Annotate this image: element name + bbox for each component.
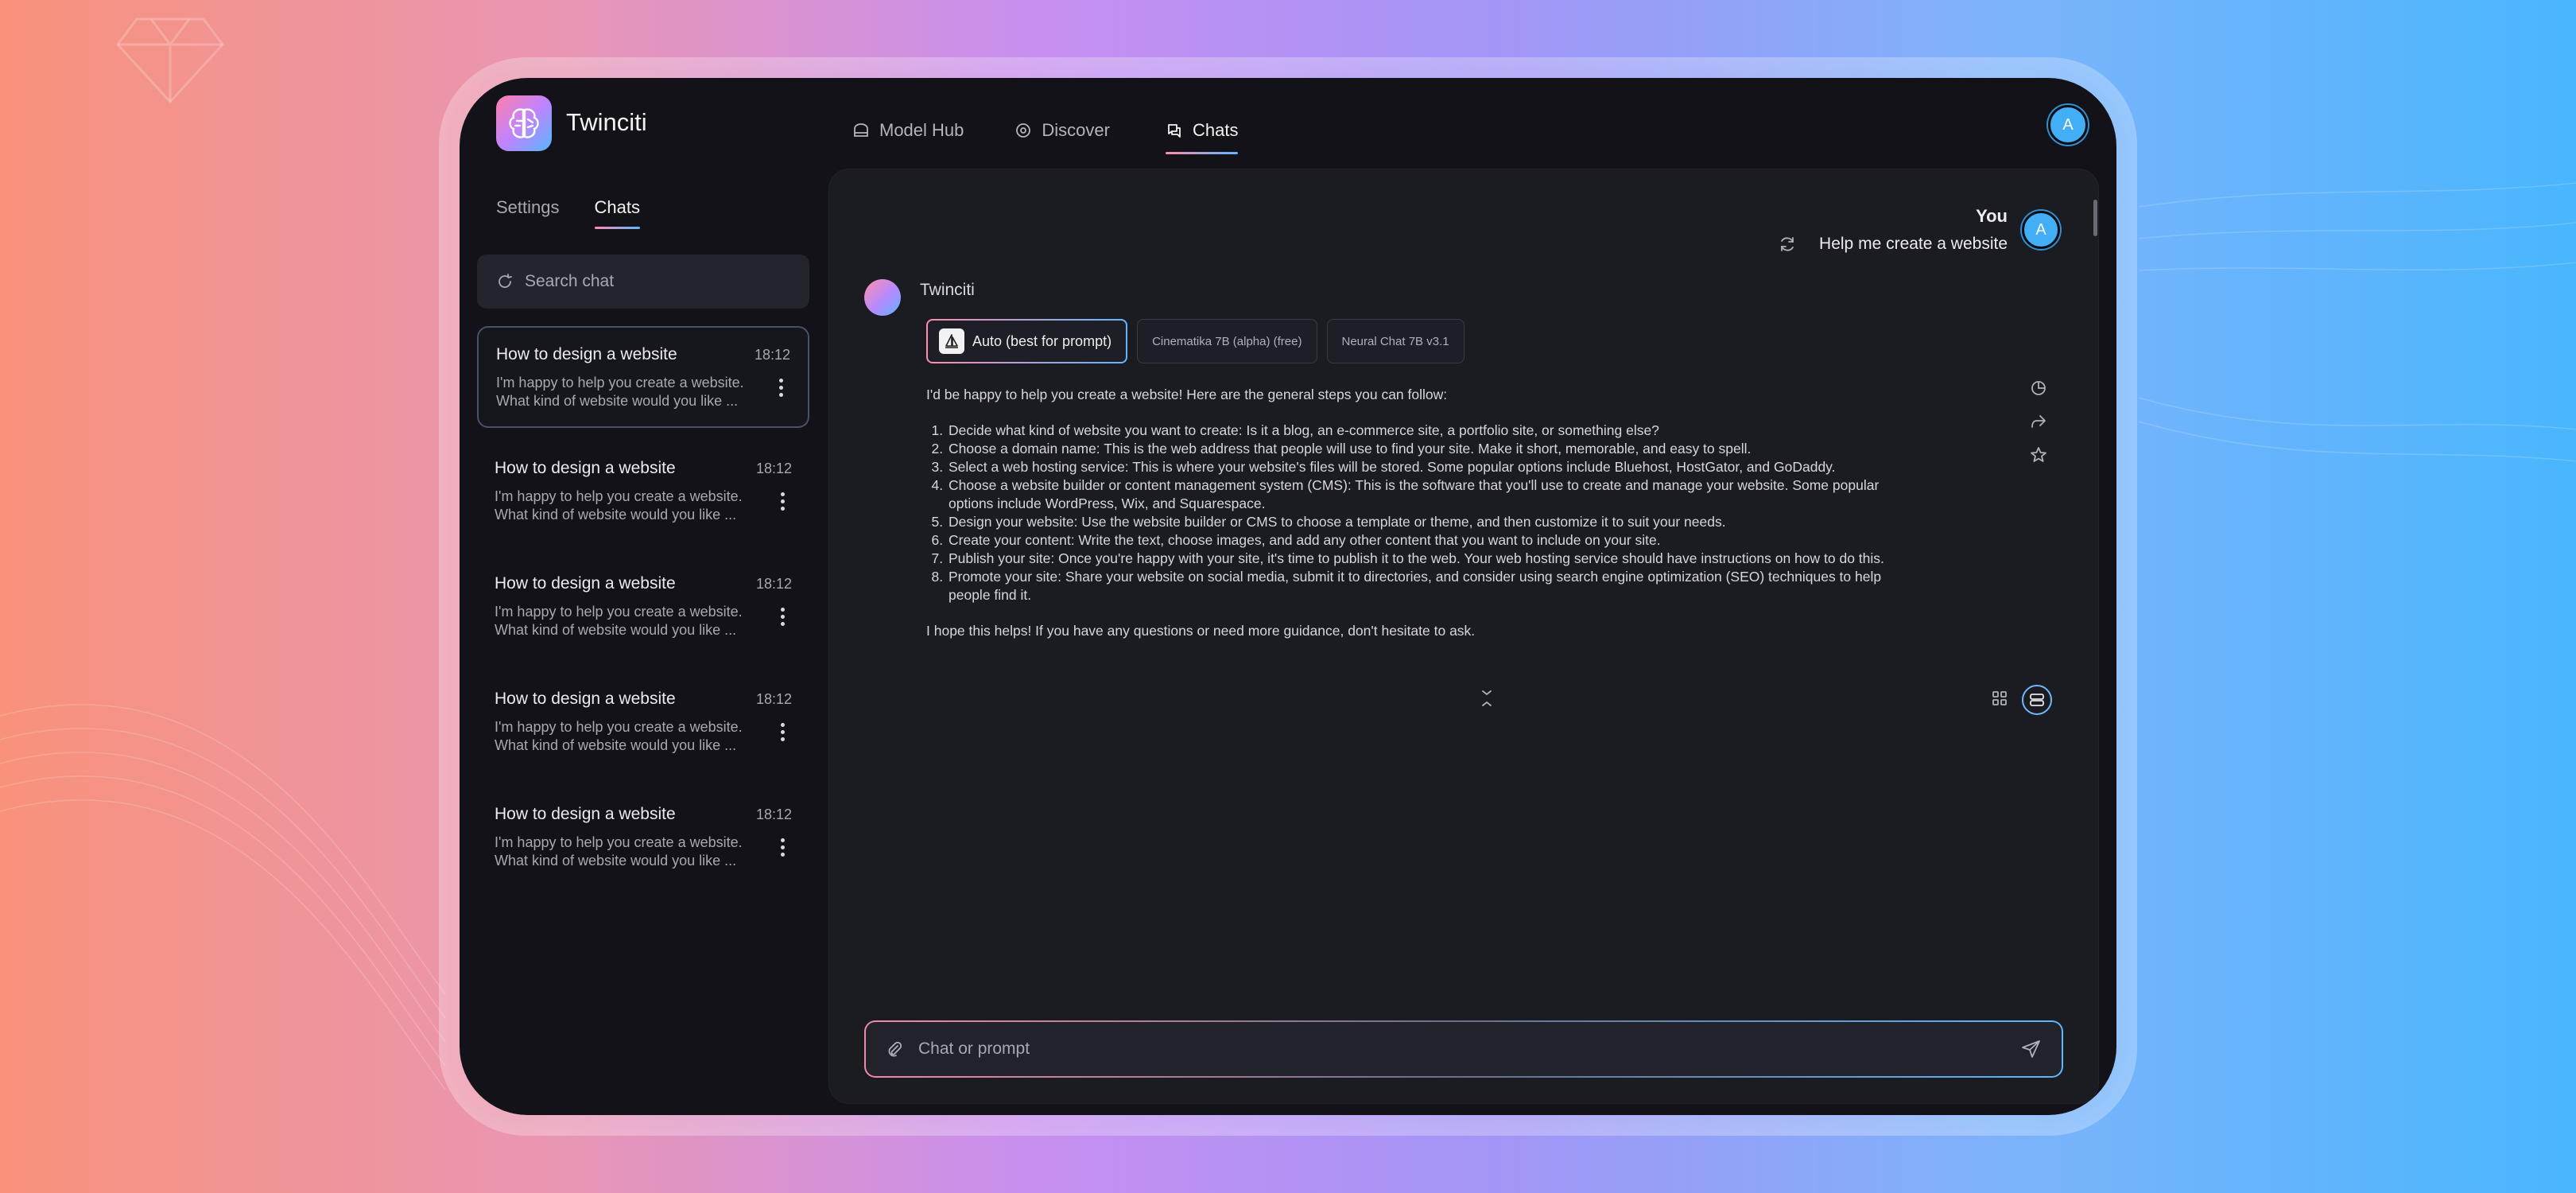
answer-step: Select a web hosting service: This is wh…: [947, 458, 1888, 476]
user-message-avatar: A: [2022, 211, 2060, 249]
model-hub-icon: [854, 123, 868, 137]
user-avatar[interactable]: A: [2048, 105, 2088, 145]
chat-list-item[interactable]: How to design a website 18:12 I'm happy …: [477, 672, 809, 774]
discover-icon: [1016, 123, 1031, 138]
bot-name: Twinciti: [920, 281, 975, 299]
chat-list: How to design a website 18:12 I'm happy …: [477, 326, 809, 903]
bot-avatar: [864, 279, 901, 316]
chat-panel: You A Help me create a website Twinciti …: [828, 169, 2099, 1104]
more-options-icon[interactable]: [774, 720, 790, 744]
nav-label: Discover: [1042, 120, 1110, 140]
top-nav: Model Hub Discover Chats: [852, 115, 1239, 154]
user-message-text: Help me create a website: [1819, 235, 2008, 253]
chat-time: 18:12: [755, 806, 792, 822]
more-options-icon[interactable]: [774, 835, 790, 859]
answer-step: Publish your site: Once you're happy wit…: [947, 550, 1888, 568]
model-label: Auto (best for prompt): [972, 332, 1112, 349]
answer-step: Promote your site: Share your website on…: [947, 568, 1888, 604]
star-icon[interactable]: [2028, 445, 2049, 465]
user-message: Help me create a website: [1778, 235, 2008, 254]
model-selector: Auto (best for prompt) Cinematika 7B (al…: [926, 319, 1465, 363]
search-chat[interactable]: Search chat: [477, 255, 809, 309]
attach-icon[interactable]: [885, 1040, 904, 1059]
answer-step: Design your website: Use the website bui…: [947, 513, 1888, 531]
model-label: Neural Chat 7B v3.1: [1341, 334, 1449, 348]
more-options-icon[interactable]: [774, 489, 790, 513]
model-cinematika-button[interactable]: Cinematika 7B (alpha) (free): [1137, 319, 1317, 363]
nav-chats[interactable]: Chats: [1165, 115, 1239, 154]
brain-icon: [509, 108, 539, 138]
scrollbar-thumb[interactable]: [2093, 200, 2097, 236]
message-actions: [2028, 378, 2049, 465]
search-icon: [499, 274, 512, 288]
model-auto-button[interactable]: Auto (best for prompt): [926, 319, 1127, 363]
chat-preview: I'm happy to help you create a website. …: [496, 375, 744, 409]
chat-title: How to design a website: [495, 459, 676, 477]
chat-preview: I'm happy to help you create a website. …: [495, 604, 743, 638]
nav-label: Chats: [1192, 120, 1239, 140]
search-placeholder: Search chat: [525, 272, 615, 290]
answer-step: Choose a website builder or content mana…: [947, 476, 1888, 513]
send-icon[interactable]: [2020, 1038, 2043, 1060]
prompt-input[interactable]: [918, 1040, 2006, 1059]
chat-list-item[interactable]: How to design a website 18:12 I'm happy …: [477, 557, 809, 659]
diamond-icon: [116, 17, 224, 104]
tab-settings[interactable]: Settings: [496, 197, 560, 218]
chat-title: How to design a website: [495, 690, 676, 708]
chats-icon: [1168, 124, 1181, 138]
view-toggle: [1990, 685, 2052, 715]
sail-icon: [939, 328, 964, 354]
answer-step: Choose a domain name: This is the web ad…: [947, 440, 1888, 458]
app-logo[interactable]: [496, 95, 552, 151]
chat-title: How to design a website: [496, 345, 677, 363]
answer-step: Create your content: Write the text, cho…: [947, 531, 1888, 550]
model-label: Cinematika 7B (alpha) (free): [1152, 334, 1302, 348]
chat-title: How to design a website: [495, 574, 676, 593]
list-view-icon[interactable]: [2022, 685, 2052, 715]
chat-list-item[interactable]: How to design a website 18:12 I'm happy …: [477, 441, 809, 543]
answer-intro: I'd be happy to help you create a websit…: [926, 387, 1448, 402]
user-name: You: [1976, 206, 2008, 226]
regenerate-icon[interactable]: [1778, 235, 1797, 254]
nav-model-hub[interactable]: Model Hub: [852, 115, 964, 146]
nav-label: Model Hub: [879, 120, 964, 140]
composer: [864, 1020, 2063, 1078]
answer-outro: I hope this helps! If you have any quest…: [926, 623, 1476, 639]
tab-chats[interactable]: Chats: [594, 197, 641, 229]
chat-time: 18:12: [755, 691, 792, 707]
chat-time: 18:12: [755, 460, 792, 476]
chart-icon[interactable]: [2028, 378, 2049, 398]
chat-time: 18:12: [755, 576, 792, 592]
chat-list-item[interactable]: How to design a website 18:12 I'm happy …: [477, 787, 809, 889]
chat-preview: I'm happy to help you create a website. …: [495, 834, 743, 869]
grid-view-icon[interactable]: [1990, 689, 2009, 712]
chat-list-item[interactable]: How to design a website 18:12 I'm happy …: [477, 326, 809, 428]
answer-steps: Decide what kind of website you want to …: [947, 422, 1888, 604]
app-window: Twinciti Model Hub Discover Chats A Sett…: [460, 78, 2116, 1115]
more-options-icon[interactable]: [774, 604, 790, 628]
more-options-icon[interactable]: [773, 375, 789, 399]
nav-discover[interactable]: Discover: [1014, 115, 1110, 146]
sidebar-tabs: Settings Chats: [496, 197, 641, 229]
chat-preview: I'm happy to help you create a website. …: [495, 719, 743, 753]
model-neural-chat-button[interactable]: Neural Chat 7B v3.1: [1326, 319, 1465, 363]
app-name: Twinciti: [566, 108, 647, 136]
bot-answer: I'd be happy to help you create a websit…: [926, 386, 1888, 640]
share-icon[interactable]: [2028, 411, 2049, 432]
chat-preview: I'm happy to help you create a website. …: [495, 488, 743, 523]
collapse-icon[interactable]: [1478, 688, 1496, 713]
chat-title: How to design a website: [495, 805, 676, 823]
answer-step: Decide what kind of website you want to …: [947, 422, 1888, 440]
chat-time: 18:12: [754, 347, 790, 363]
